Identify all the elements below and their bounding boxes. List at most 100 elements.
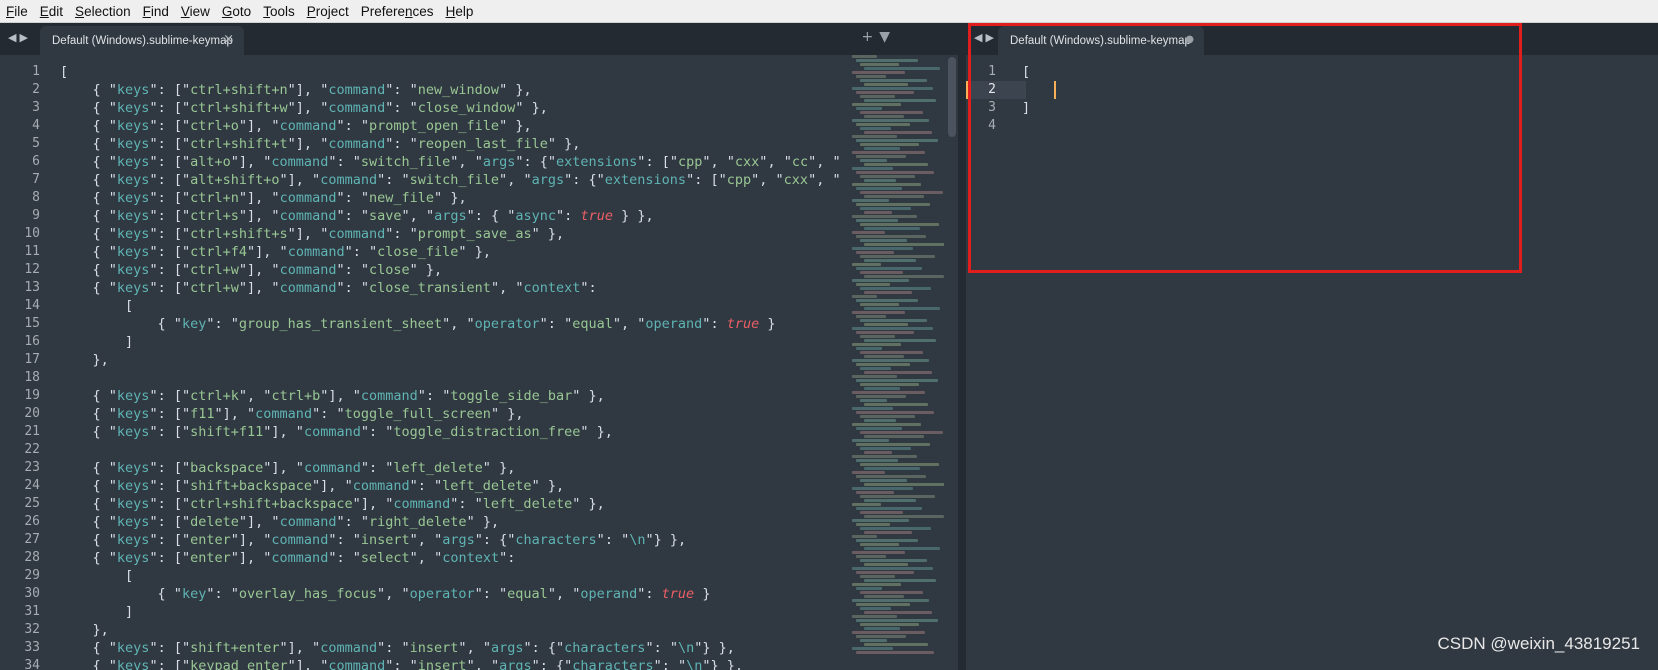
- minimap-line: [860, 127, 891, 130]
- menu-item[interactable]: Goto: [222, 4, 251, 19]
- vertical-scrollbar[interactable]: [948, 57, 956, 137]
- line-number: 26: [24, 514, 40, 529]
- minimap-line: [852, 567, 933, 570]
- code-line: { "keys": ["ctrl+k", "ctrl+b"], "command…: [60, 388, 605, 404]
- minimap-line: [860, 623, 919, 626]
- code-line: { "keys": ["ctrl+shift+s"], "command": "…: [60, 226, 565, 242]
- menu-item[interactable]: Help: [446, 4, 474, 19]
- menu-item[interactable]: Preferences: [361, 4, 434, 19]
- minimap-line: [856, 491, 894, 494]
- code-line: { "keys": ["ctrl+s"], "command": "save",…: [60, 208, 654, 224]
- minimap-line: [856, 603, 910, 606]
- minimap-line: [864, 115, 904, 118]
- minimap-line: [860, 143, 919, 146]
- menu-item[interactable]: Tools: [263, 4, 295, 19]
- minimap-line: [860, 159, 887, 162]
- menu-item[interactable]: View: [181, 4, 210, 19]
- minimap-line: [856, 75, 886, 78]
- menu-item[interactable]: Find: [143, 4, 169, 19]
- code-line: { "keys": ["shift+enter"], "command": "i…: [60, 640, 735, 656]
- minimap-line: [856, 571, 914, 574]
- line-number: 34: [24, 658, 40, 670]
- code-line: { "keys": ["ctrl+n"], "command": "new_fi…: [60, 190, 467, 206]
- left-editor[interactable]: 1 2 3 4 5 6 7 8 9 10 11 12 13 14 15 16 17 18 19 20 21 22 23 24 2…: [0, 55, 958, 670]
- minimap-line: [864, 67, 940, 70]
- line-number: 29: [24, 568, 40, 583]
- minimap-line: [864, 179, 896, 182]
- code-line: { "keys": ["ctrl+w"], "command": "close_…: [60, 280, 597, 296]
- line-number: 30: [24, 586, 40, 601]
- minimap-line: [860, 495, 935, 498]
- minimap-line: [864, 435, 924, 438]
- line-number: 6: [32, 154, 40, 169]
- pane-splitter[interactable]: [958, 23, 966, 670]
- minimap-line: [860, 79, 927, 82]
- minimap-line: [856, 171, 934, 174]
- code-line: { "keys": ["ctrl+shift+w"], "command": "…: [60, 100, 548, 116]
- code-line: { "keys": ["ctrl+shift+backspace"], "com…: [60, 496, 605, 512]
- minimap-line: [860, 207, 911, 210]
- minimap-line: [852, 55, 877, 58]
- menu-item[interactable]: Project: [307, 4, 349, 19]
- minimap-line: [864, 595, 904, 598]
- code-line: ]: [60, 334, 134, 350]
- minimap-line: [860, 335, 895, 338]
- code-line: [: [60, 64, 69, 80]
- watermark: CSDN @weixin_43819251: [1437, 634, 1640, 653]
- tab-nav-arrows[interactable]: ◀▶: [8, 31, 31, 44]
- minimap-line: [864, 627, 900, 630]
- minimap[interactable]: [852, 55, 944, 670]
- code-line: { "keys": ["shift+f11"], "command": "tog…: [60, 424, 613, 440]
- line-number: 33: [24, 640, 40, 655]
- minimap-line: [852, 135, 897, 138]
- tab-default-keymap-left[interactable]: Default (Windows).sublime-keymap ×: [40, 26, 244, 55]
- new-tab-and-dropdown-icons[interactable]: +▼: [862, 29, 897, 45]
- minimap-line: [864, 323, 908, 326]
- minimap-line: [856, 251, 894, 254]
- menu-item[interactable]: Edit: [40, 4, 63, 19]
- minimap-line: [856, 395, 906, 398]
- minimap-line: [852, 215, 917, 218]
- minimap-line: [860, 431, 943, 434]
- left-editor-pane: ◀▶ Default (Windows).sublime-keymap × +▼…: [0, 23, 958, 670]
- annotation-red-box: [968, 23, 1522, 273]
- left-tab-bar: ◀▶ Default (Windows).sublime-keymap × +▼: [0, 23, 958, 55]
- close-icon[interactable]: ×: [223, 32, 234, 47]
- minimap-line: [856, 59, 918, 62]
- line-number-gutter: 1 2 3 4 5 6 7 8 9 10 11 12 13 14 15 16 17 18 19 20 21 22 23 24 2…: [0, 63, 44, 670]
- minimap-line: [856, 235, 926, 238]
- minimap-line: [860, 415, 915, 418]
- minimap-line: [864, 227, 920, 230]
- minimap-line: [860, 559, 927, 562]
- code-line: { "keys": ["f11"], "command": "toggle_fu…: [60, 406, 524, 422]
- minimap-line: [852, 423, 921, 426]
- minimap-line: [852, 359, 929, 362]
- code-line: { "key": "group_has_transient_sheet", "o…: [60, 316, 776, 332]
- code-line: [: [60, 298, 134, 314]
- code-area[interactable]: [ { "keys": ["ctrl+shift+n"], "command":…: [60, 63, 848, 670]
- minimap-line: [860, 351, 923, 354]
- line-number: 27: [24, 532, 40, 547]
- minimap-line: [864, 547, 940, 550]
- line-number: 23: [24, 460, 40, 475]
- minimap-line: [860, 303, 899, 306]
- minimap-line: [860, 175, 915, 178]
- menu-item[interactable]: File: [6, 4, 28, 19]
- menu-item[interactable]: Selection: [75, 4, 131, 19]
- minimap-line: [856, 203, 930, 206]
- code-line: { "keys": ["ctrl+shift+t"], "command": "…: [60, 136, 581, 152]
- minimap-line: [856, 651, 934, 654]
- minimap-line: [864, 195, 924, 198]
- minimap-line: [864, 643, 928, 646]
- minimap-line: [856, 427, 902, 430]
- minimap-line: [860, 543, 899, 546]
- minimap-line: [856, 123, 910, 126]
- minimap-line: [864, 499, 916, 502]
- minimap-line: [864, 403, 928, 406]
- minimap-line: [856, 475, 926, 478]
- minimap-line: [860, 383, 919, 386]
- minimap-line: [860, 447, 911, 450]
- code-line: { "keys": ["keypad_enter"], "command": "…: [60, 658, 744, 670]
- minimap-line: [856, 91, 914, 94]
